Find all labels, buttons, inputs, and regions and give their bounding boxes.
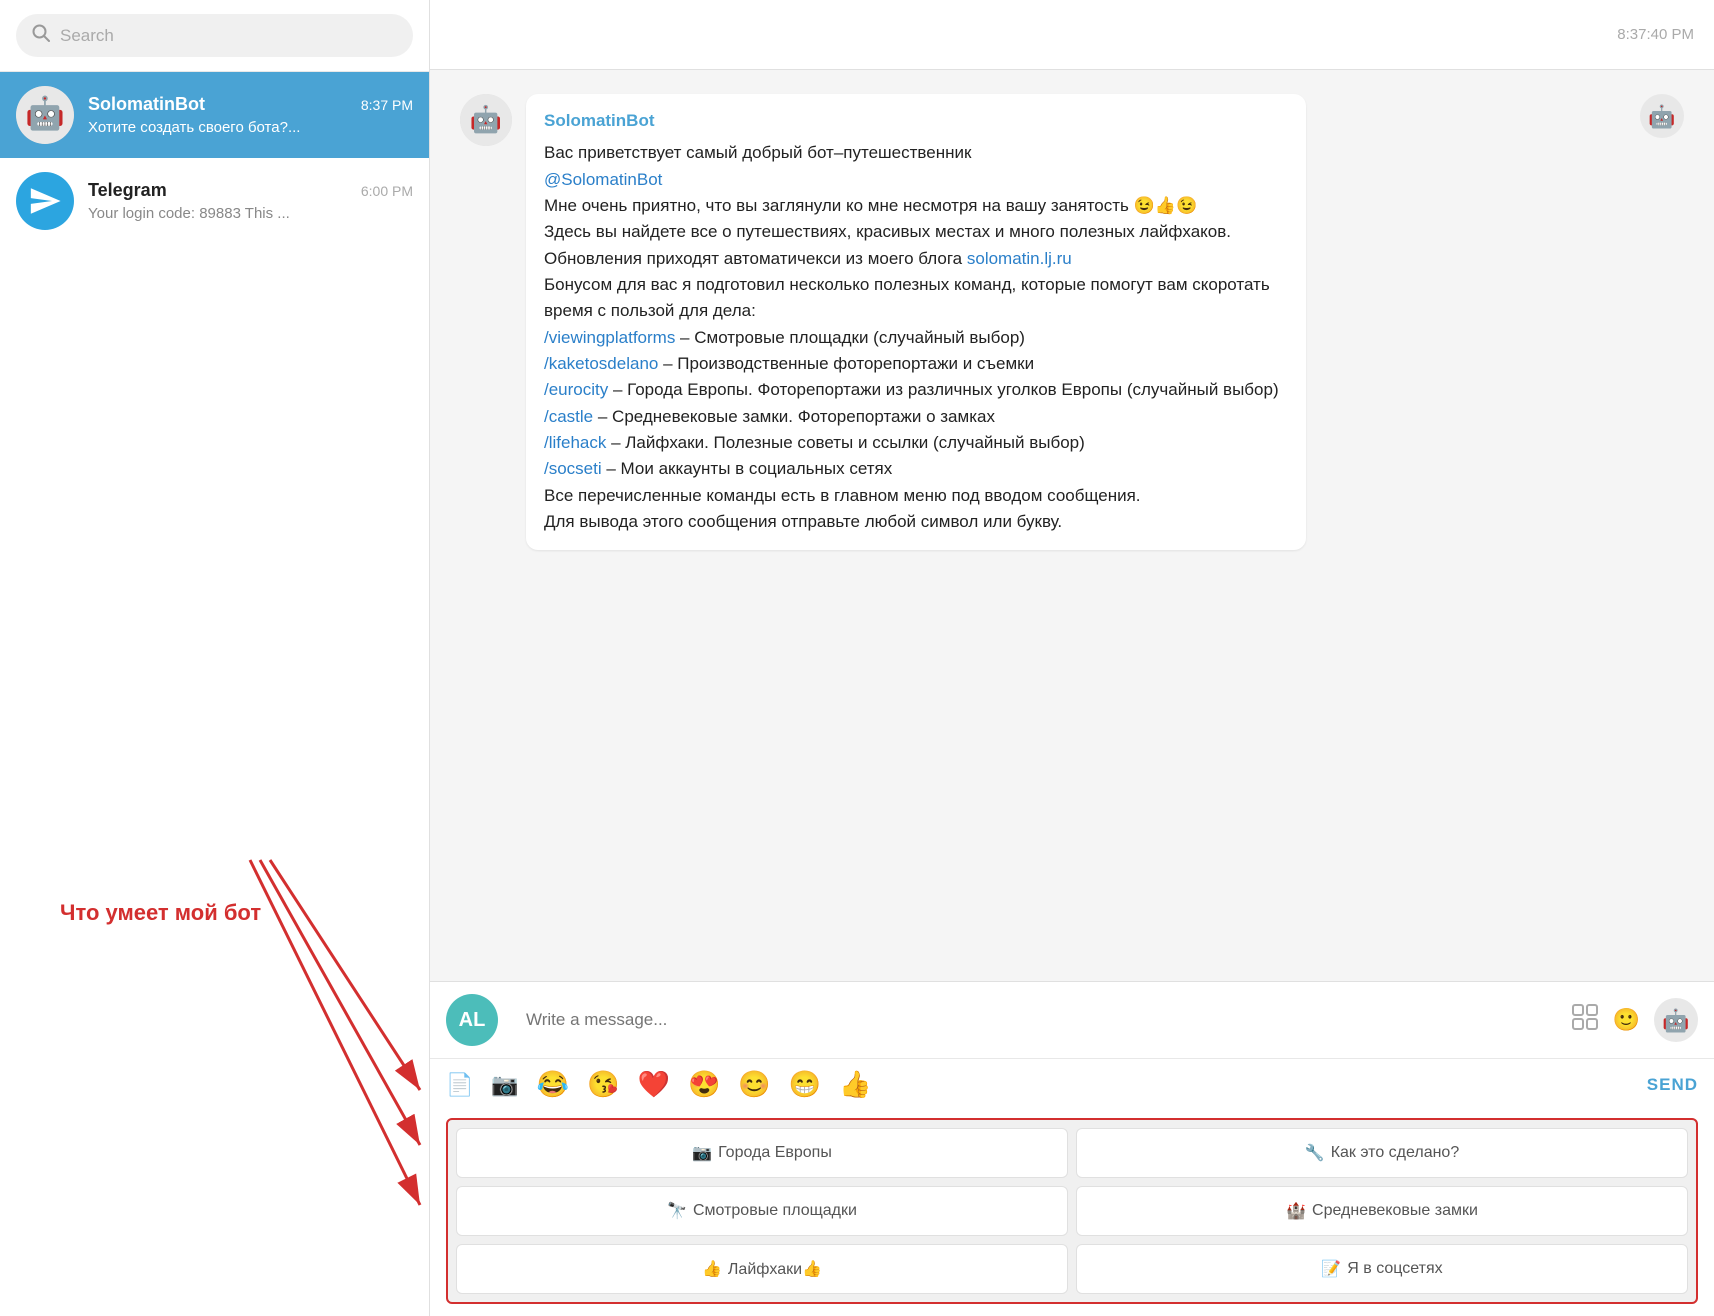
keyboard-btn-1[interactable]: 🔧 Как это сделано?	[1076, 1128, 1688, 1178]
message-row: 🤖 SolomatinBot Вас приветствует самый до…	[460, 94, 1684, 550]
emoji-heart-eyes[interactable]: 😍	[688, 1069, 720, 1100]
file-icon[interactable]: 📄	[446, 1072, 473, 1098]
emoji-grin[interactable]: 😁	[789, 1069, 821, 1100]
keyboard-icon-0: 📷	[692, 1143, 712, 1163]
keyboard-icon-2: 🔭	[667, 1201, 687, 1221]
input-area: AL 🙂 🤖 📄	[430, 981, 1714, 1316]
keyboard-label-1: Как это сделано?	[1331, 1144, 1460, 1162]
emoji-heart[interactable]: ❤️	[638, 1069, 670, 1100]
user-avatar: AL	[446, 994, 498, 1046]
keyboard-btn-3[interactable]: 🏰 Средневековые замки	[1076, 1186, 1688, 1236]
input-bot-avatar: 🤖	[1654, 998, 1698, 1042]
search-icon	[32, 24, 50, 47]
chat-preview: Your login code: 89883 This ...	[88, 205, 413, 222]
chat-header: 8:37:40 PM	[430, 0, 1714, 70]
avatar	[16, 172, 74, 230]
mention-link[interactable]: @SolomatinBot	[544, 170, 662, 189]
keyboard-icon-1: 🔧	[1305, 1143, 1325, 1163]
keyboard-icon-5: 📝	[1321, 1259, 1341, 1279]
chat-header-time: 8:37:40 PM	[1617, 26, 1694, 43]
keyboard-btn-4[interactable]: 👍 Лайфхаки👍	[456, 1244, 1068, 1294]
chat-name: Telegram	[88, 180, 167, 201]
bot-avatar-left: 🤖	[460, 94, 512, 146]
keyboard-icon-3: 🏰	[1286, 1201, 1306, 1221]
message-sender: SolomatinBot	[544, 108, 1288, 134]
keyboard-btn-2[interactable]: 🔭 Смотровые площадки	[456, 1186, 1068, 1236]
chat-name: SolomatinBot	[88, 94, 205, 115]
cmd-link-1[interactable]: /viewingplatforms	[544, 328, 675, 347]
emoji-laugh[interactable]: 😂	[537, 1069, 569, 1100]
emoji-kiss[interactable]: 😘	[587, 1069, 619, 1100]
cmd-link-3[interactable]: /eurocity	[544, 380, 608, 399]
keyboard-icon-4: 👍	[702, 1259, 722, 1279]
svg-text:🤖: 🤖	[1648, 104, 1675, 129]
chat-item-solomatin[interactable]: 🤖 SolomatinBot 8:37 PM Хотите создать св…	[0, 72, 429, 158]
keyboard-btn-5[interactable]: 📝 Я в соцсетях	[1076, 1244, 1688, 1294]
message-bubble: SolomatinBot Вас приветствует самый добр…	[526, 94, 1306, 550]
chat-preview: Хотите создать своего бота?...	[88, 119, 413, 136]
messages-area: 🤖 SolomatinBot Вас приветствует самый до…	[430, 70, 1714, 981]
emoji-picker-icon[interactable]: 🙂	[1613, 1007, 1640, 1033]
keyboard-label-0: Города Европы	[718, 1144, 832, 1162]
keyboard-btn-0[interactable]: 📷 Города Европы	[456, 1128, 1068, 1178]
blog-link[interactable]: solomatin.lj.ru	[967, 249, 1072, 268]
emoji-row: 📄 📷 😂 😘 ❤️ 😍 😊 😁 👍 SEND	[430, 1059, 1714, 1110]
cmd-link-6[interactable]: /socseti	[544, 459, 602, 478]
chat-time: 8:37 PM	[361, 97, 413, 113]
search-input[interactable]	[60, 26, 397, 46]
chat-panel: 8:37:40 PM 🤖 SolomatinBot Вас приветству…	[430, 0, 1714, 1316]
keyboard-label-4: Лайфхаки👍	[728, 1259, 822, 1279]
emoji-thumbsup[interactable]: 👍	[839, 1069, 871, 1100]
chat-info: Telegram 6:00 PM Your login code: 89883 …	[88, 180, 413, 222]
chat-item-telegram[interactable]: Telegram 6:00 PM Your login code: 89883 …	[0, 158, 429, 244]
grid-icon[interactable]	[1571, 1003, 1599, 1037]
svg-text:🤖: 🤖	[25, 95, 65, 131]
cmd-link-4[interactable]: /castle	[544, 407, 593, 426]
input-row: AL 🙂 🤖	[430, 982, 1714, 1059]
send-button[interactable]: SEND	[1647, 1075, 1698, 1095]
avatar: 🤖	[16, 86, 74, 144]
cmd-link-2[interactable]: /kaketosdelano	[544, 354, 658, 373]
keyboard-label-5: Я в соцсетях	[1347, 1260, 1442, 1278]
emoji-smile[interactable]: 😊	[738, 1069, 770, 1100]
search-input-wrapper[interactable]	[16, 14, 413, 57]
search-bar	[0, 0, 429, 72]
keyboard-label-3: Средневековые замки	[1312, 1202, 1478, 1220]
cmd-link-5[interactable]: /lifehack	[544, 433, 606, 452]
chat-list: 🤖 SolomatinBot 8:37 PM Хотите создать св…	[0, 72, 429, 1316]
svg-text:🤖: 🤖	[1662, 1008, 1689, 1033]
keyboard-label-2: Смотровые площадки	[693, 1202, 857, 1220]
bot-keyboard: 📷 Города Европы 🔧 Как это сделано? 🔭 Смо…	[446, 1118, 1698, 1304]
message-input[interactable]	[526, 1010, 1557, 1030]
svg-text:🤖: 🤖	[470, 104, 502, 134]
bot-avatar-right: 🤖	[1640, 94, 1684, 138]
chat-time: 6:00 PM	[361, 183, 413, 199]
message-text: Вас приветствует самый добрый бот–путеше…	[544, 140, 1288, 535]
chat-info: SolomatinBot 8:37 PM Хотите создать свое…	[88, 94, 413, 136]
camera-icon[interactable]: 📷	[491, 1072, 518, 1098]
